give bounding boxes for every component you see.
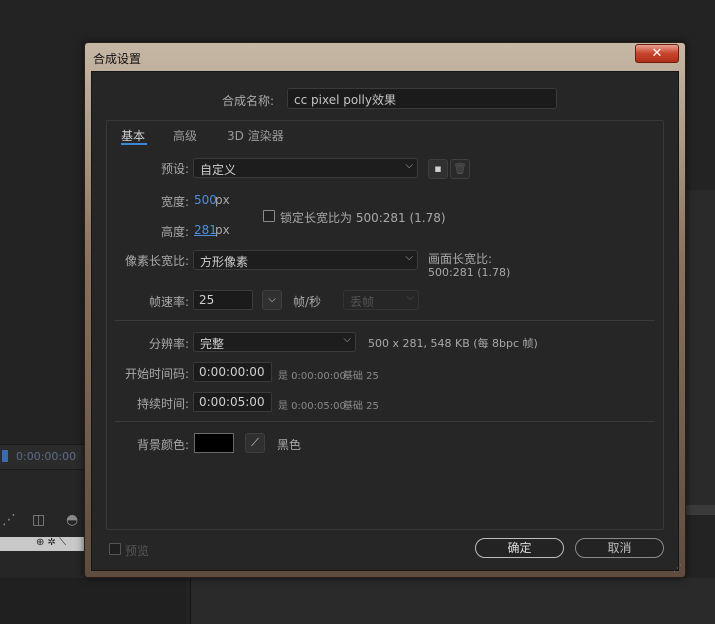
- preset-label: 预设:: [160, 162, 189, 176]
- width-unit: px: [215, 193, 230, 207]
- section-divider: [115, 320, 655, 321]
- width-value[interactable]: 500: [194, 193, 217, 207]
- ok-button[interactable]: 确定: [475, 538, 564, 558]
- resolution-value: 完整: [200, 337, 225, 351]
- frame-rate-input[interactable]: 25: [193, 290, 253, 310]
- dialog-title: 合成设置: [93, 52, 142, 66]
- section-divider: [115, 421, 655, 422]
- bg-color-name: 黑色: [277, 438, 302, 452]
- dialog-body: 合成名称: cc pixel polly效果 基本 高级 3D 渲染器 预设: …: [91, 71, 679, 571]
- duration-input[interactable]: 0:00:05:00: [193, 392, 272, 412]
- timeline-track-area: [190, 578, 715, 624]
- resolution-dropdown[interactable]: 完整 ⌵: [193, 332, 356, 352]
- trash-icon[interactable]: 🗑: [450, 159, 470, 179]
- frame-aspect-value: 500:281 (1.78): [428, 266, 511, 279]
- comp-name-input[interactable]: cc pixel polly效果: [287, 88, 557, 109]
- lock-aspect-label: 锁定长宽比为 500:281 (1.78): [280, 211, 446, 225]
- frame-rate-label: 帧速率:: [148, 295, 189, 309]
- pixel-aspect-label: 像素长宽比:: [124, 254, 189, 268]
- start-timecode-label: 开始时间码:: [124, 367, 189, 381]
- chevron-down-icon: ⌵: [343, 334, 351, 345]
- drop-frame-value: 丢帧: [350, 295, 375, 309]
- timeline-marker: [2, 450, 8, 462]
- dialog-titlebar[interactable]: 合成设置 ✕: [85, 43, 685, 69]
- chevron-down-icon: ⌵: [405, 160, 413, 171]
- scroll-strip[interactable]: [685, 505, 715, 515]
- height-value[interactable]: 281: [194, 223, 217, 237]
- resolution-info: 500 x 281, 548 KB (每 8bpc 帧): [368, 337, 538, 350]
- shy-icon[interactable]: ⋰: [2, 512, 16, 528]
- switches-icons: ⊕ ✲ ⟍: [36, 537, 67, 548]
- save-preset-icon[interactable]: ▪: [428, 159, 448, 179]
- height-unit: px: [215, 223, 230, 237]
- duration-info: 是 0:00:05:00: [278, 401, 346, 412]
- cancel-button[interactable]: 取消: [575, 538, 664, 558]
- layer-list-area: [0, 578, 186, 624]
- timeline-timecode[interactable]: 0:00:00:00: [16, 450, 76, 463]
- close-button[interactable]: ✕: [635, 44, 679, 63]
- bg-color-swatch[interactable]: [194, 433, 234, 453]
- pixel-aspect-value: 方形像素: [200, 255, 249, 269]
- chevron-down-icon: ⌵: [268, 294, 276, 305]
- resolution-label: 分辨率:: [148, 337, 189, 351]
- preset-value: 自定义: [200, 163, 237, 177]
- chevron-down-icon: ⌵: [405, 252, 413, 263]
- tab-advanced[interactable]: 高级: [173, 127, 197, 144]
- frame-rate-unit: 帧/秒: [293, 295, 322, 309]
- preview-checkbox[interactable]: [109, 543, 121, 555]
- start-timecode-input[interactable]: 0:00:00:00: [193, 362, 272, 382]
- preview-label: 预览: [125, 544, 150, 558]
- resize-grip-icon[interactable]: ⋰: [673, 564, 682, 574]
- width-label: 宽度:: [160, 195, 189, 209]
- eyedropper-icon[interactable]: ⟋: [245, 433, 265, 453]
- duration-label: 持续时间:: [136, 397, 189, 411]
- background-panel-right: [686, 190, 715, 510]
- settings-panel: 基本 高级 3D 渲染器 预设: 自定义 ⌵ ▪ 🗑 宽度: 500 px 锁定…: [106, 120, 664, 530]
- composition-settings-dialog: 合成设置 ✕ 合成名称: cc pixel polly效果 基本 高级 3D 渲…: [84, 42, 686, 578]
- drop-frame-dropdown[interactable]: 丢帧 ⌵: [343, 290, 419, 310]
- comp-name-label: 合成名称:: [222, 94, 275, 108]
- chevron-down-icon: ⌵: [406, 292, 414, 303]
- start-timecode-info: 是 0:00:00:00: [278, 371, 346, 382]
- tab-3d-renderer[interactable]: 3D 渲染器: [227, 127, 284, 144]
- active-tab-indicator: [121, 143, 147, 145]
- frame-aspect-label: 画面长宽比:: [428, 252, 493, 266]
- motion-blur-icon[interactable]: ◓: [66, 512, 78, 528]
- preset-dropdown[interactable]: 自定义 ⌵: [193, 158, 418, 178]
- tab-basic[interactable]: 基本: [121, 127, 145, 144]
- frame-blend-icon[interactable]: ◫: [32, 512, 45, 528]
- lock-aspect-checkbox[interactable]: [263, 210, 275, 222]
- start-timecode-base: 基础 25: [343, 371, 379, 382]
- bg-color-label: 背景颜色:: [136, 438, 189, 452]
- pixel-aspect-dropdown[interactable]: 方形像素 ⌵: [193, 250, 418, 270]
- height-label: 高度:: [160, 225, 189, 239]
- duration-base: 基础 25: [343, 401, 379, 412]
- frame-rate-dropdown[interactable]: ⌵: [262, 290, 282, 310]
